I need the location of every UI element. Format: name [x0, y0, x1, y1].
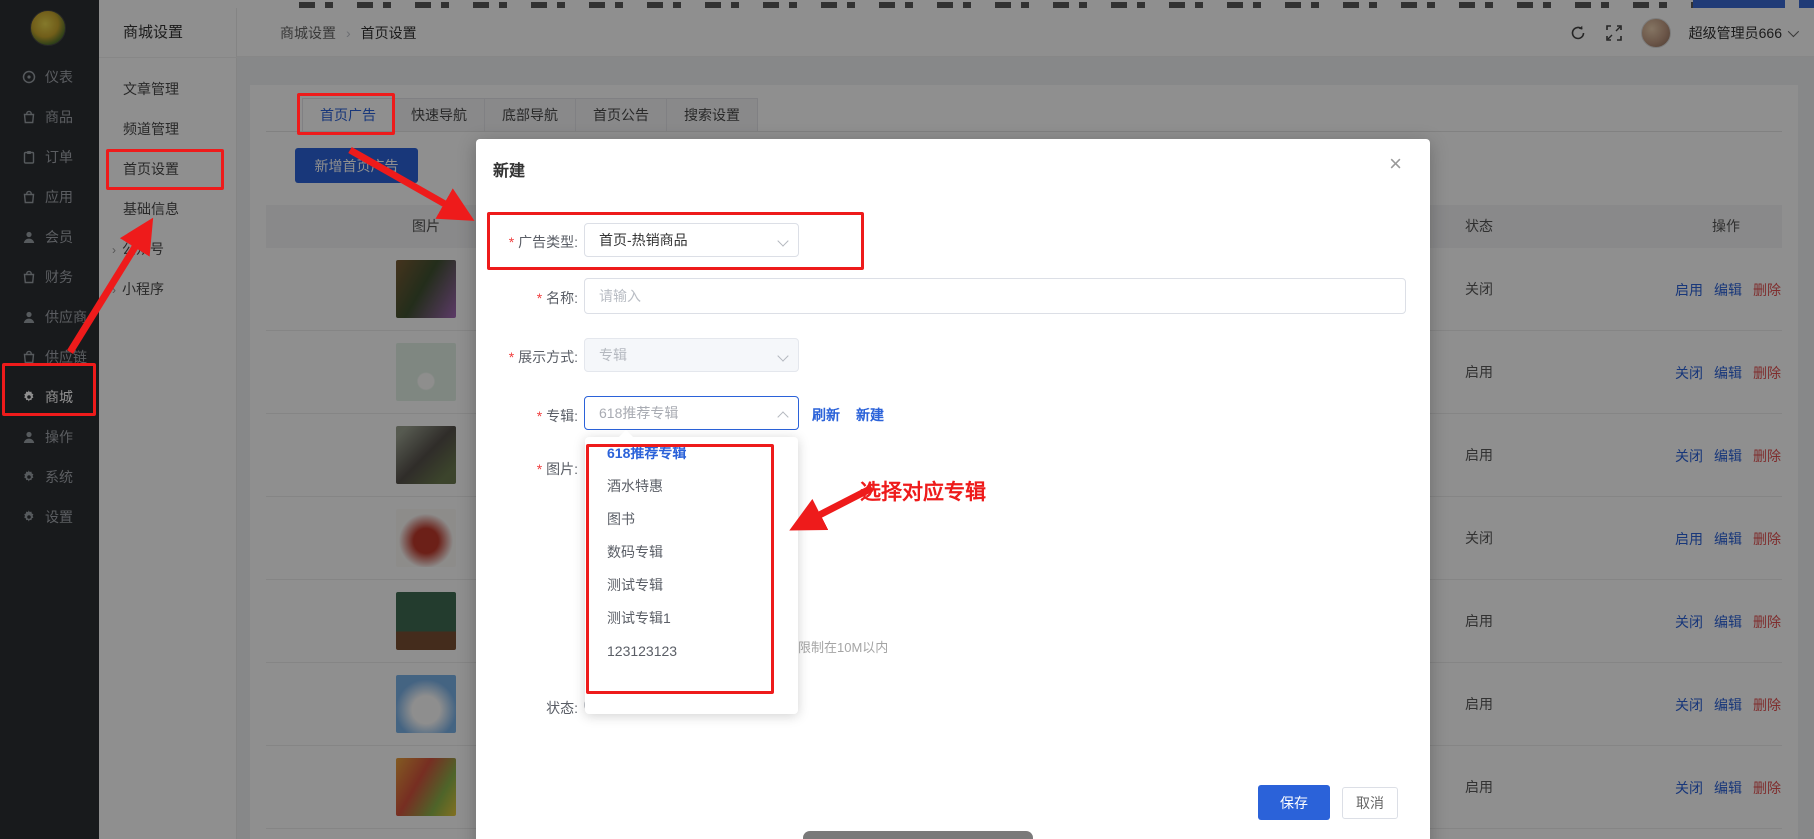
ad-type-label: 广告类型:: [476, 232, 578, 252]
dropdown-option-selected[interactable]: 618推荐专辑: [585, 437, 798, 470]
chevron-down-icon: [777, 235, 788, 246]
album-value: 618推荐专辑: [599, 405, 678, 421]
album-dropdown: 618推荐专辑 酒水特惠 图书 数码专辑 测试专辑 测试专辑1 12312312…: [585, 437, 798, 714]
album-select[interactable]: 618推荐专辑: [584, 396, 799, 430]
annotation-note: 选择对应专辑: [860, 476, 986, 506]
chevron-down-icon: [777, 350, 788, 361]
display-mode-label: 展示方式:: [476, 347, 578, 367]
display-mode-value: 专辑: [599, 347, 627, 363]
image-label: 图片:: [476, 459, 578, 479]
cancel-button[interactable]: 取消: [1342, 787, 1398, 819]
name-label: 名称:: [476, 288, 578, 308]
dropdown-option[interactable]: 测试专辑: [585, 569, 798, 602]
dropdown-option[interactable]: 酒水特惠: [585, 470, 798, 503]
modal-title: 新建: [493, 157, 525, 181]
dropdown-option[interactable]: 数码专辑: [585, 536, 798, 569]
refresh-album-link[interactable]: 刷新: [812, 405, 840, 425]
ad-type-select[interactable]: 首页-热销商品: [584, 223, 799, 257]
upload-hint: 限制在10M以内: [798, 637, 888, 656]
name-input[interactable]: [584, 278, 1406, 314]
dropdown-option[interactable]: 123123123: [585, 635, 798, 668]
display-mode-select: 专辑: [584, 338, 799, 372]
album-label: 专辑:: [476, 406, 578, 426]
dropdown-option[interactable]: 图书: [585, 503, 798, 536]
status-field-label: 状态:: [476, 698, 578, 718]
admin-page: 仪表 商品 订单 应用 会员 财务 供应商 供应链 商城 操作 系统 设置 商城…: [0, 0, 1814, 839]
bottom-handle-bar: [803, 831, 1033, 839]
chevron-up-icon: [777, 411, 788, 422]
save-button[interactable]: 保存: [1258, 785, 1330, 820]
dropdown-option[interactable]: 测试专辑1: [585, 602, 798, 635]
new-album-link[interactable]: 新建: [856, 405, 884, 425]
close-icon[interactable]: ×: [1389, 153, 1402, 175]
ad-type-value: 首页-热销商品: [599, 232, 688, 248]
